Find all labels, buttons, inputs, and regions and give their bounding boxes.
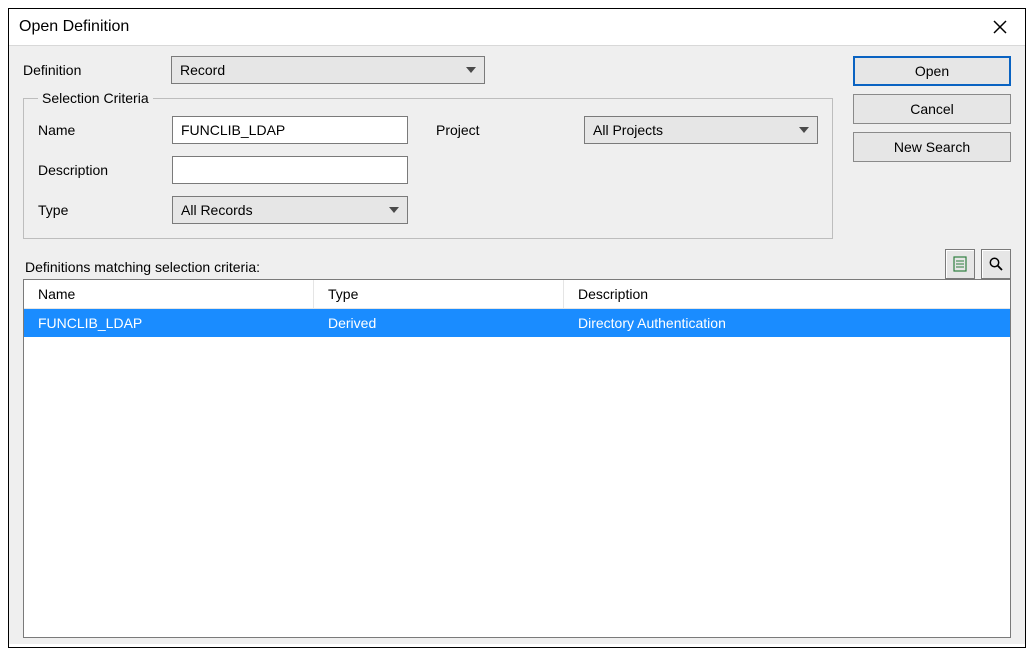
- description-label: Description: [38, 162, 172, 178]
- dialog-body: Definition Record Selection Criteria Nam…: [9, 46, 1025, 644]
- results-grid[interactable]: Name Type Description FUNCLIB_LDAPDerive…: [23, 279, 1011, 638]
- type-label: Type: [38, 202, 172, 218]
- results-label: Definitions matching selection criteria:: [25, 259, 260, 275]
- chevron-down-icon: [799, 127, 809, 133]
- close-button[interactable]: [985, 15, 1015, 39]
- col-header-name[interactable]: Name: [24, 280, 314, 309]
- magnifier-icon: [988, 256, 1004, 272]
- dialog-title: Open Definition: [19, 18, 129, 36]
- cell-description: Directory Authentication: [564, 309, 1010, 337]
- project-combo[interactable]: All Projects: [584, 116, 818, 144]
- chevron-down-icon: [466, 67, 476, 73]
- project-value: All Projects: [593, 122, 663, 138]
- definition-combo[interactable]: Record: [171, 56, 485, 84]
- selection-criteria-legend: Selection Criteria: [38, 90, 153, 106]
- description-input-wrapper: [172, 156, 408, 184]
- type-value: All Records: [181, 202, 253, 218]
- definition-row: Definition Record: [23, 56, 833, 84]
- project-label: Project: [436, 122, 584, 138]
- open-button[interactable]: Open: [853, 56, 1011, 86]
- new-search-button-label: New Search: [894, 139, 970, 155]
- cancel-button-label: Cancel: [910, 101, 954, 117]
- close-icon: [993, 20, 1007, 34]
- name-input-wrapper: [172, 116, 408, 144]
- open-definition-dialog: Open Definition Definition Record Sele: [8, 8, 1026, 648]
- list-view-button[interactable]: [945, 249, 975, 279]
- cell-name: FUNCLIB_LDAP: [24, 309, 314, 337]
- open-button-label: Open: [915, 63, 949, 79]
- results-toolbar: [945, 249, 1011, 279]
- col-header-type[interactable]: Type: [314, 280, 564, 309]
- name-label: Name: [38, 122, 172, 138]
- top-section: Definition Record Selection Criteria Nam…: [23, 56, 1011, 249]
- table-row[interactable]: FUNCLIB_LDAPDerivedDirectory Authenticat…: [24, 309, 1010, 337]
- col-header-description[interactable]: Description: [564, 280, 1010, 309]
- search-button[interactable]: [981, 249, 1011, 279]
- name-input[interactable]: [179, 121, 401, 139]
- new-search-button[interactable]: New Search: [853, 132, 1011, 162]
- definition-value: Record: [180, 62, 225, 78]
- definition-label: Definition: [23, 62, 171, 78]
- results-header: Name Type Description: [24, 280, 1010, 309]
- cancel-button[interactable]: Cancel: [853, 94, 1011, 124]
- selection-criteria-group: Selection Criteria Name Project All Proj…: [23, 90, 833, 239]
- right-buttons: Open Cancel New Search: [853, 56, 1011, 162]
- name-row: Name Project All Projects: [38, 116, 818, 144]
- description-row: Description: [38, 156, 818, 184]
- list-icon: [952, 256, 968, 272]
- chevron-down-icon: [389, 207, 399, 213]
- results-body: FUNCLIB_LDAPDerivedDirectory Authenticat…: [24, 309, 1010, 637]
- left-column: Definition Record Selection Criteria Nam…: [23, 56, 833, 249]
- type-row: Type All Records: [38, 196, 818, 224]
- title-bar: Open Definition: [9, 9, 1025, 45]
- cell-type: Derived: [314, 309, 564, 337]
- type-combo[interactable]: All Records: [172, 196, 408, 224]
- mid-row: Definitions matching selection criteria:: [23, 249, 1011, 279]
- description-input[interactable]: [179, 161, 401, 179]
